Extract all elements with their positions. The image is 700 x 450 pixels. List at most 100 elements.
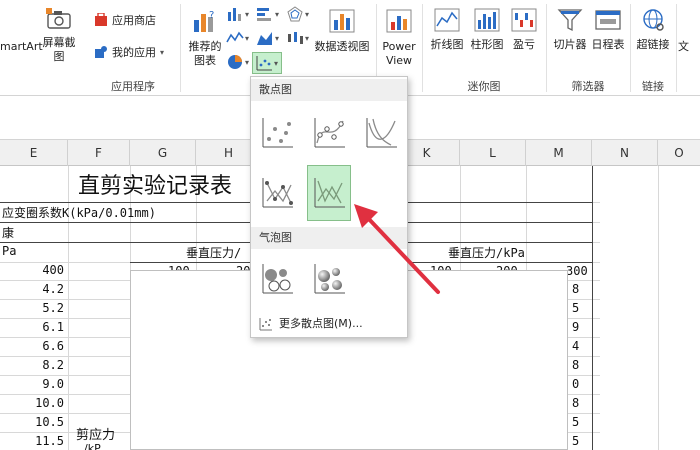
scatter-section-header: 散点图	[251, 79, 407, 101]
powerview-button[interactable]: Power View	[378, 8, 420, 68]
powerview-label-2: View	[385, 54, 413, 67]
column-header[interactable]: L	[460, 140, 526, 166]
scatter-dots-icon	[259, 318, 272, 331]
shear-stress-unit[interactable]: /kP	[84, 442, 101, 450]
arrow-annotation-icon	[354, 204, 440, 294]
svg-text:?: ?	[209, 10, 214, 21]
column-chart-button[interactable]: ▾	[226, 6, 249, 22]
timeline-icon	[588, 8, 628, 36]
sparklines-group-label: 迷你图	[467, 80, 501, 93]
cell-m-value[interactable]: 8	[572, 358, 579, 372]
area-chart-icon	[257, 32, 272, 45]
timeline-button[interactable]: 日程表	[588, 8, 628, 52]
cell-row3[interactable]: 康	[2, 224, 14, 241]
bubble-icon	[262, 264, 293, 294]
scatter-markers-option[interactable]	[255, 105, 299, 161]
column-header[interactable]: M	[526, 140, 592, 166]
stock-chart-icon	[288, 32, 303, 44]
store-button[interactable]: 应用商店	[94, 12, 156, 28]
cell-row4[interactable]: Pa	[2, 244, 16, 258]
globe-link-icon	[632, 8, 674, 36]
column-header[interactable]: N	[592, 140, 658, 166]
cell-e-value[interactable]: 6.6	[0, 339, 64, 353]
more-scatter-charts-option[interactable]: 更多散点图(M)...	[251, 313, 407, 335]
sparkline-winloss-button[interactable]: 盈亏	[504, 8, 544, 52]
column-chart-icon	[228, 8, 241, 21]
text-button[interactable]: 文	[678, 40, 700, 54]
scatter-straight-markers-option[interactable]	[255, 165, 299, 221]
column-header[interactable]: E	[0, 140, 68, 166]
scatter-smooth-markers-icon	[314, 118, 345, 148]
cell-m-value[interactable]: 5	[572, 434, 579, 448]
powerview-label: Power	[382, 40, 416, 53]
chevron-down-icon: ▾	[245, 9, 250, 19]
cell-e-value[interactable]: 5.2	[0, 301, 64, 315]
store-label: 应用商店	[112, 14, 156, 27]
chevron-down-icon: ▾	[275, 33, 280, 43]
scatter-smooth-markers-option[interactable]	[307, 105, 351, 161]
radar-chart-button[interactable]: ▾	[286, 6, 309, 22]
cell-m-value[interactable]: 8	[572, 282, 579, 296]
group-divider	[546, 4, 547, 92]
scatter-chart-button[interactable]: ▾	[252, 52, 282, 74]
vertical-pressure-left[interactable]: 垂直压力/	[186, 244, 241, 261]
cell-m-value[interactable]: 4	[572, 339, 579, 353]
slicer-button[interactable]: 切片器	[548, 8, 592, 52]
cell-m-value[interactable]: 0	[572, 377, 579, 391]
links-group-label: 链接	[642, 80, 664, 93]
shear-stress-label[interactable]: 剪应力	[76, 424, 115, 443]
hyperlink-button[interactable]: 超链接	[632, 8, 674, 52]
cell-m-value[interactable]: 5	[572, 301, 579, 315]
bubble-option[interactable]	[255, 251, 299, 307]
area-chart-button[interactable]: ▾	[256, 30, 279, 46]
scatter-smooth-lines-option[interactable]	[359, 105, 403, 161]
scatter-chart-icon	[256, 56, 272, 71]
scatter-straight-markers-icon	[262, 178, 293, 208]
cell-m-value[interactable]: 9	[572, 320, 579, 334]
line-chart-icon	[226, 31, 244, 43]
apps-group-label: 应用程序	[111, 80, 155, 93]
timeline-label: 日程表	[591, 38, 625, 51]
myapps-label: 我的应用	[112, 46, 156, 59]
pivot-chart-button[interactable]: 数据透视图	[310, 8, 374, 54]
cell-e-value[interactable]: 6.1	[0, 320, 64, 334]
cell-m-partial[interactable]: 300	[566, 264, 588, 278]
hyperlink-label: 超链接	[636, 38, 670, 51]
filters-group-label: 筛选器	[571, 80, 605, 93]
recommended-charts-button[interactable]: ? 推荐的 图表	[184, 8, 226, 68]
column-header[interactable]: G	[130, 140, 196, 166]
cell-e-value[interactable]: 11.5	[0, 434, 64, 448]
store-icon	[95, 13, 107, 26]
cell-m-value[interactable]: 8	[572, 396, 579, 410]
chevron-down-icon: ▾	[160, 47, 165, 57]
vertical-pressure-right[interactable]: 垂直压力/kPa	[448, 244, 525, 261]
group-divider	[676, 4, 677, 92]
screenshot-label-2: 图	[53, 50, 65, 63]
recommended-chart-icon: ?	[184, 8, 226, 38]
cell-m-value[interactable]: 5	[572, 415, 579, 429]
pivot-chart-label: 数据透视图	[314, 40, 370, 53]
cell-e-value[interactable]: 8.2	[0, 358, 64, 372]
coefficient-label[interactable]: 应变圈系数K(kPa/0.01mm)	[2, 204, 156, 221]
myapps-button[interactable]: 我的应用 ▾	[94, 44, 164, 60]
more-scatter-charts-label: 更多散点图(M)...	[279, 317, 363, 330]
cell-e-value[interactable]: 400	[0, 263, 64, 277]
pie-chart-button[interactable]: ▾	[226, 54, 249, 70]
group-divider	[422, 4, 423, 92]
stock-chart-button[interactable]: ▾	[286, 30, 309, 46]
screenshot-button[interactable]: 屏幕截 图	[36, 8, 82, 64]
column-header[interactable]: F	[68, 140, 130, 166]
smartart-button[interactable]: martArt	[0, 40, 43, 54]
chevron-down-icon: ▾	[245, 57, 250, 67]
cell-e-value[interactable]: 4.2	[0, 282, 64, 296]
line-chart-button[interactable]: ▾	[226, 30, 249, 46]
pie-chart-icon	[228, 55, 242, 69]
cell-e-value[interactable]: 10.0	[0, 396, 64, 410]
column-header[interactable]: O	[658, 140, 700, 166]
sheet-title[interactable]: 直剪实验记录表	[78, 168, 232, 200]
bar-chart-button[interactable]: ▾	[256, 6, 279, 22]
bar-chart-icon	[257, 8, 271, 21]
chevron-down-icon: ▾	[245, 33, 250, 43]
cell-e-value[interactable]: 9.0	[0, 377, 64, 391]
cell-e-value[interactable]: 10.5	[0, 415, 64, 429]
